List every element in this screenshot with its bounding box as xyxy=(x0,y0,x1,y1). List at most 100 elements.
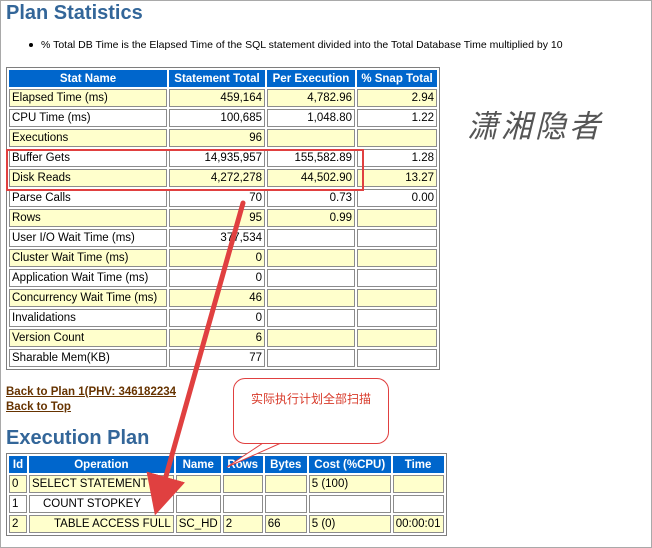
stats-row: Sharable Mem(KB) 77 xyxy=(9,349,437,367)
plan-header-rows: Rows xyxy=(222,456,263,473)
per-execution-cell xyxy=(267,289,355,307)
plan-row: 1 COUNT STOPKEY xyxy=(9,495,444,513)
plan-time-cell xyxy=(392,495,444,513)
snap-total-cell: 1.22 xyxy=(357,109,437,127)
stat-name-cell: CPU Time (ms) xyxy=(9,109,167,127)
plan-row: 2 TABLE ACCESS FULL SC_HD 2 66 5 (0) 00:00:01 xyxy=(9,515,444,533)
stats-header-row: Stat Name Statement Total Per Execution … xyxy=(9,70,437,87)
stat-name-cell: Disk Reads xyxy=(9,169,167,187)
stat-name-cell: Parse Calls xyxy=(9,189,167,207)
statement-total-cell: 377,534 xyxy=(169,229,265,247)
stats-row: Version Count 6 xyxy=(9,329,437,347)
per-execution-cell xyxy=(267,229,355,247)
plan-header-cost: Cost (%CPU) xyxy=(308,456,391,473)
per-execution-cell xyxy=(267,329,355,347)
statement-total-cell: 459,164 xyxy=(169,89,265,107)
stats-header-statement-total: Statement Total xyxy=(169,70,265,87)
stat-name-cell: Concurrency Wait Time (ms) xyxy=(9,289,167,307)
stats-row: Disk Reads 4,272,278 44,502.90 13.27 xyxy=(9,169,437,187)
per-execution-cell: 0.99 xyxy=(267,209,355,227)
stats-row: Buffer Gets 14,935,957 155,582.89 1.28 xyxy=(9,149,437,167)
per-execution-cell xyxy=(267,309,355,327)
back-to-top-link[interactable]: Back to Top xyxy=(6,400,176,415)
plan-name-cell xyxy=(175,475,221,493)
plan-id-cell: 0 xyxy=(9,475,27,493)
statement-total-cell: 70 xyxy=(169,189,265,207)
plan-cost-cell: 5 (0) xyxy=(308,515,391,533)
snap-total-cell xyxy=(357,269,437,287)
stats-row: Rows 95 0.99 xyxy=(9,209,437,227)
stats-row: Application Wait Time (ms) 0 xyxy=(9,269,437,287)
plan-bytes-cell xyxy=(264,475,307,493)
watermark-icon: 潇湘隐者 xyxy=(467,109,603,145)
stats-row: Cluster Wait Time (ms) 0 xyxy=(9,249,437,267)
per-execution-cell xyxy=(267,269,355,287)
statement-total-cell: 4,272,278 xyxy=(169,169,265,187)
svg-text:潇湘隐者: 潇湘隐者 xyxy=(467,109,603,145)
bullet-text: % Total DB Time is the Elapsed Time of t… xyxy=(41,39,563,51)
execution-plan-title: Execution Plan xyxy=(6,427,150,449)
snap-total-cell: 13.27 xyxy=(357,169,437,187)
execution-plan-table: Id Operation Name Rows Bytes Cost (%CPU)… xyxy=(6,453,447,536)
page-frame: Plan Statistics % Total DB Time is the E… xyxy=(0,0,652,548)
stat-name-cell: Executions xyxy=(9,129,167,147)
plan-operation-cell: SELECT STATEMENT xyxy=(29,475,174,493)
statement-total-cell: 95 xyxy=(169,209,265,227)
stat-name-cell: Version Count xyxy=(9,329,167,347)
stats-row: Parse Calls 70 0.73 0.00 xyxy=(9,189,437,207)
per-execution-cell: 1,048.80 xyxy=(267,109,355,127)
statement-total-cell: 100,685 xyxy=(169,109,265,127)
back-to-plan-link[interactable]: Back to Plan 1(PHV: 346182234 xyxy=(6,385,176,400)
statement-total-cell: 96 xyxy=(169,129,265,147)
plan-operation-cell: TABLE ACCESS FULL xyxy=(29,515,174,533)
plan-header-time: Time xyxy=(392,456,444,473)
plan-time-cell: 00:00:01 xyxy=(392,515,444,533)
per-execution-cell: 0.73 xyxy=(267,189,355,207)
snap-total-cell xyxy=(357,309,437,327)
statement-total-cell: 0 xyxy=(169,249,265,267)
stat-name-cell: User I/O Wait Time (ms) xyxy=(9,229,167,247)
stats-row: Invalidations 0 xyxy=(9,309,437,327)
plan-statistics-table: Stat Name Statement Total Per Execution … xyxy=(6,67,440,370)
snap-total-cell xyxy=(357,249,437,267)
plan-header-operation: Operation xyxy=(29,456,174,473)
plan-id-cell: 2 xyxy=(9,515,27,533)
stats-row: Executions 96 xyxy=(9,129,437,147)
stat-name-cell: Sharable Mem(KB) xyxy=(9,349,167,367)
snap-total-cell xyxy=(357,329,437,347)
stats-header-stat-name: Stat Name xyxy=(9,70,167,87)
per-execution-cell: 155,582.89 xyxy=(267,149,355,167)
statement-total-cell: 77 xyxy=(169,349,265,367)
plan-header-row: Id Operation Name Rows Bytes Cost (%CPU)… xyxy=(9,456,444,473)
per-execution-cell xyxy=(267,249,355,267)
stat-name-cell: Elapsed Time (ms) xyxy=(9,89,167,107)
callout-text: 实际执行计划全部扫描 xyxy=(250,392,371,406)
statement-total-cell: 0 xyxy=(169,309,265,327)
plan-row: 0 SELECT STATEMENT 5 (100) xyxy=(9,475,444,493)
stat-name-cell: Invalidations xyxy=(9,309,167,327)
plan-rows-cell: 2 xyxy=(222,515,263,533)
plan-name-cell xyxy=(175,495,221,513)
stat-name-cell: Cluster Wait Time (ms) xyxy=(9,249,167,267)
per-execution-cell xyxy=(267,349,355,367)
stats-row: CPU Time (ms) 100,685 1,048.80 1.22 xyxy=(9,109,437,127)
per-execution-cell: 44,502.90 xyxy=(267,169,355,187)
plan-bytes-cell: 66 xyxy=(264,515,307,533)
plan-bytes-cell xyxy=(264,495,307,513)
bullet-note: % Total DB Time is the Elapsed Time of t… xyxy=(29,39,563,51)
plan-time-cell xyxy=(392,475,444,493)
nav-links: Back to Plan 1(PHV: 346182234 Back to To… xyxy=(6,385,176,415)
stats-header-per-execution: Per Execution xyxy=(267,70,355,87)
plan-cost-cell xyxy=(308,495,391,513)
stats-row: Elapsed Time (ms) 459,164 4,782.96 2.94 xyxy=(9,89,437,107)
watermark-logo: 潇湘隐者 xyxy=(467,105,617,153)
snap-total-cell xyxy=(357,289,437,307)
snap-total-cell xyxy=(357,129,437,147)
stat-name-cell: Application Wait Time (ms) xyxy=(9,269,167,287)
plan-header-bytes: Bytes xyxy=(264,456,307,473)
plan-rows-cell xyxy=(222,495,263,513)
plan-header-name: Name xyxy=(175,456,221,473)
stats-row: User I/O Wait Time (ms) 377,534 xyxy=(9,229,437,247)
plan-id-cell: 1 xyxy=(9,495,27,513)
stats-header-snap-total: % Snap Total xyxy=(357,70,437,87)
